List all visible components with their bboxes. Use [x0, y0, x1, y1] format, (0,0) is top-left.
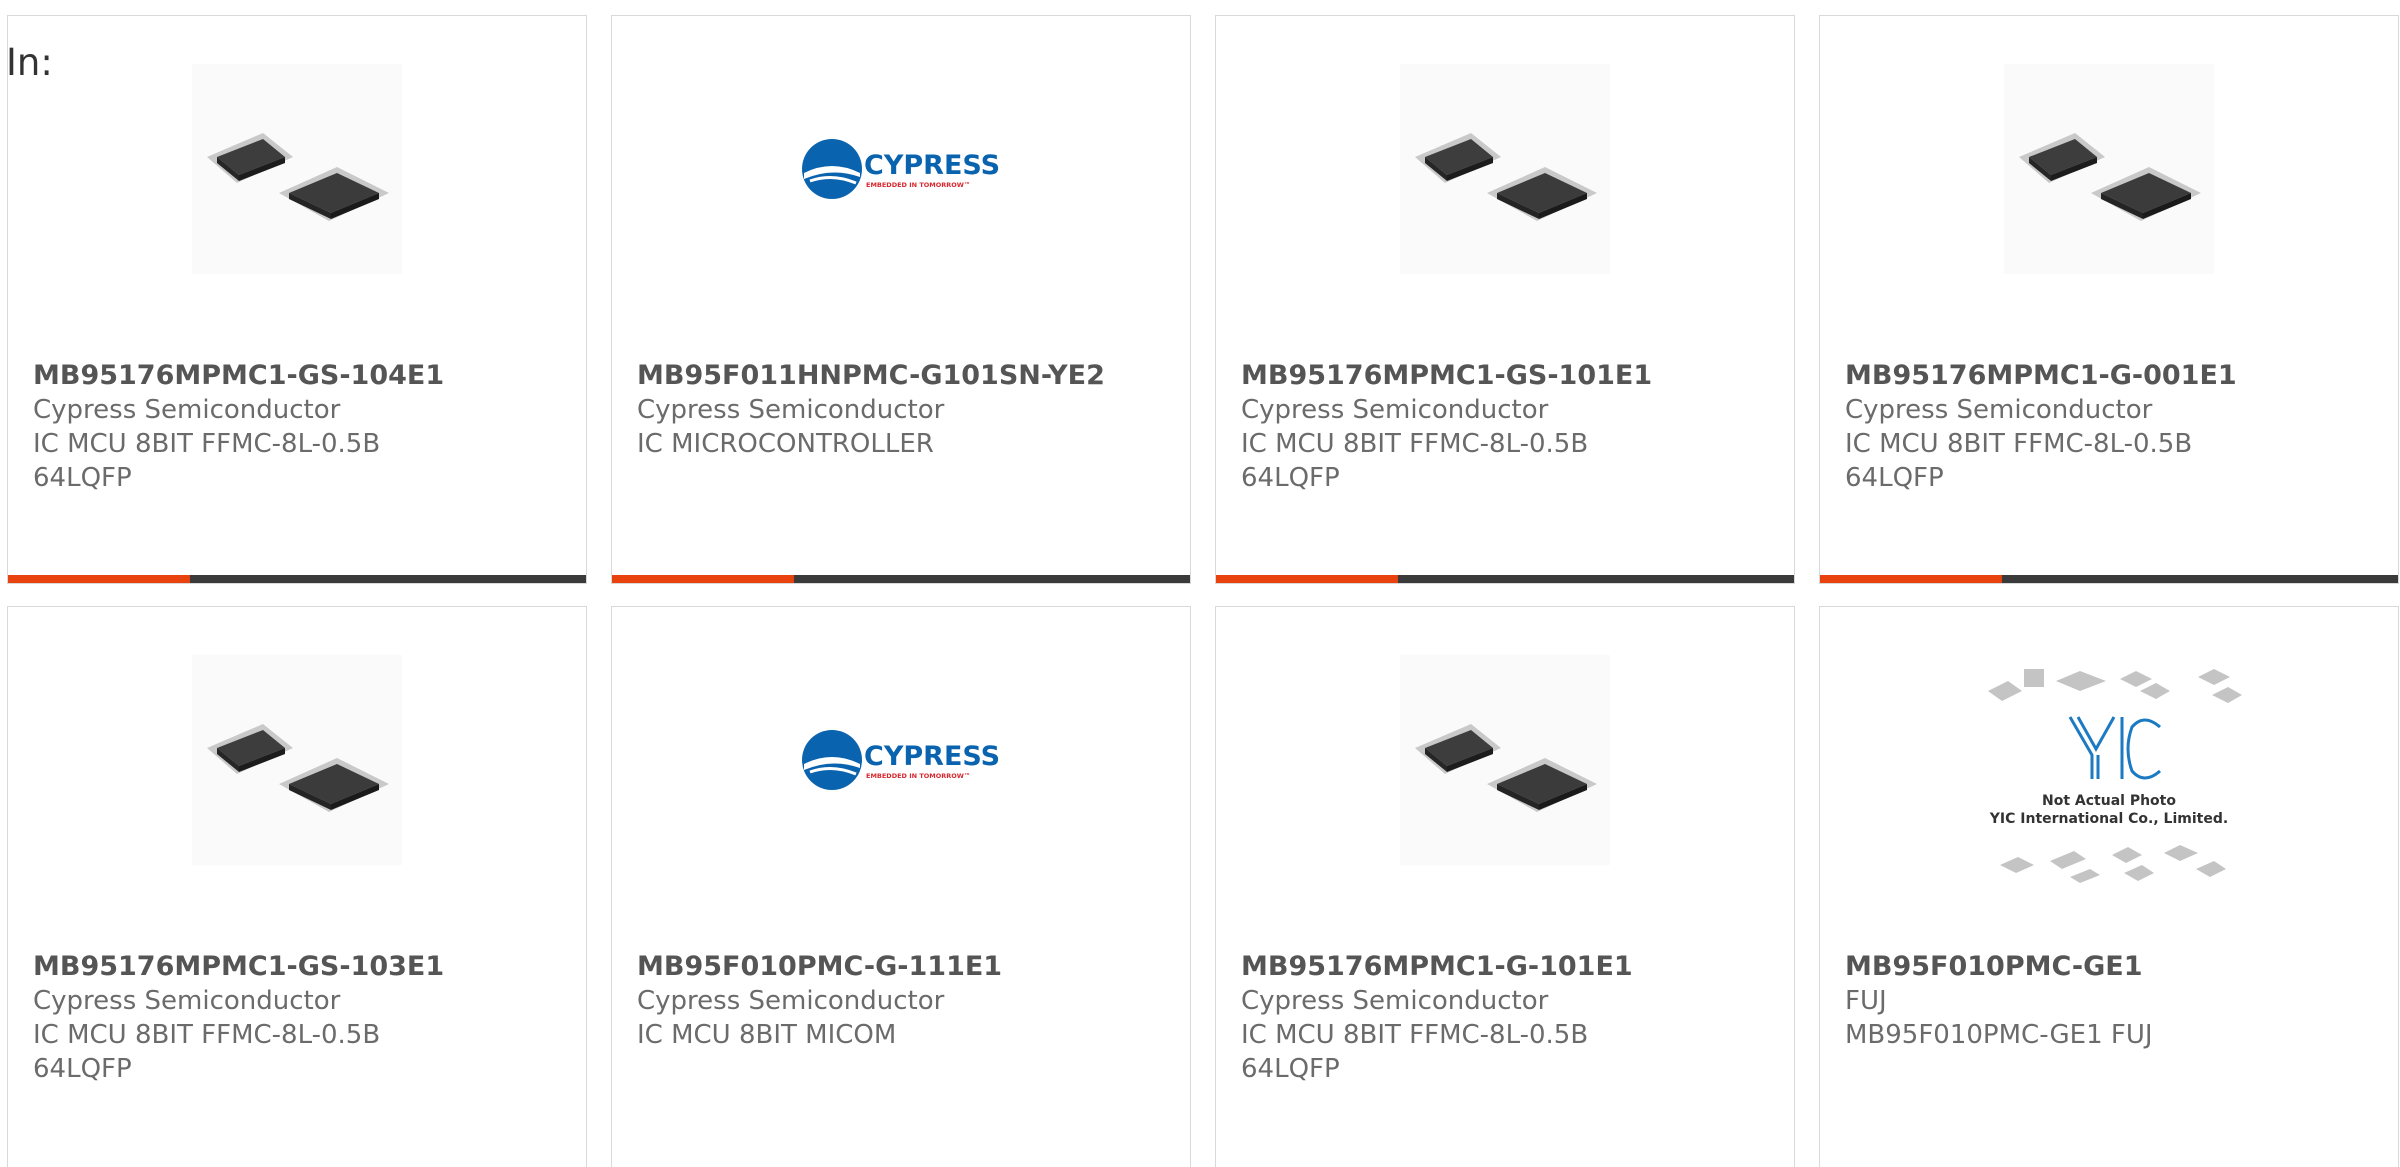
chip-icon	[207, 724, 389, 812]
card-bar	[612, 575, 1190, 583]
product-image-area	[1216, 64, 1794, 304]
manufacturer: Cypress Semiconductor	[33, 986, 341, 1016]
logo-tagline: EMBEDDED IN TOMORROW™	[866, 772, 970, 780]
description: IC MCU 8BIT FFMC-8L-0.5B 64LQFP	[1241, 1020, 1589, 1084]
product-image-area	[1820, 64, 2398, 304]
manufacturer: Cypress Semiconductor	[33, 395, 341, 425]
placeholder-line1: Not Actual Photo	[2042, 793, 2176, 809]
product-image-area	[1216, 655, 1794, 895]
product-card[interactable]: CYPRESS EMBEDDED IN TOMORROW™ MB95F010PM…	[611, 606, 1191, 1167]
logo-tagline: EMBEDDED IN TOMORROW™	[866, 181, 970, 189]
product-grid: MB95176MPMC1-GS-104E1 Cypress Semiconduc…	[7, 15, 2399, 1167]
chip-icon	[1415, 724, 1597, 812]
product-card[interactable]: MB95176MPMC1-GS-103E1 Cypress Semiconduc…	[7, 606, 587, 1167]
manufacturer: Cypress Semiconductor	[1241, 395, 1549, 425]
placeholder-photo-icon: Not Actual Photo YIC International Co., …	[1988, 669, 2242, 883]
cypress-logo: CYPRESS EMBEDDED IN TOMORROW™	[802, 730, 1000, 790]
manufacturer: Cypress Semiconductor	[1241, 986, 1549, 1016]
product-card[interactable]: MB95176MPMC1-G-101E1 Cypress Semiconduct…	[1215, 606, 1795, 1167]
product-image-area: CYPRESS EMBEDDED IN TOMORROW™	[612, 64, 1190, 304]
part-number[interactable]: MB95F011HNPMC-G101SN-YE2	[637, 359, 1177, 393]
part-number[interactable]: MB95176MPMC1-G-101E1	[1241, 950, 1781, 984]
product-image[interactable]: CYPRESS EMBEDDED IN TOMORROW™	[796, 655, 1006, 865]
logo-name: CYPRESS	[864, 150, 1000, 181]
filter-label: In:	[6, 41, 53, 84]
card-bar-accent	[612, 575, 794, 583]
description: IC MICROCONTROLLER	[637, 429, 934, 459]
product-image[interactable]	[192, 655, 402, 865]
card-bar-accent	[1820, 575, 2002, 583]
product-listing-page: In: MB95176MPMC1-GS-104E1 Cypress Semico…	[0, 0, 2400, 1167]
manufacturer: Cypress Semiconductor	[637, 986, 945, 1016]
product-card[interactable]: MB95176MPMC1-GS-104E1 Cypress Semiconduc…	[7, 15, 587, 584]
description: IC MCU 8BIT FFMC-8L-0.5B 64LQFP	[1845, 429, 2193, 493]
part-number[interactable]: MB95176MPMC1-GS-101E1	[1241, 359, 1781, 393]
chip-icon	[1415, 133, 1597, 221]
product-image-area: Not Actual Photo YIC International Co., …	[1820, 655, 2398, 895]
product-card[interactable]: CYPRESS EMBEDDED IN TOMORROW™ MB95F011HN…	[611, 15, 1191, 584]
product-image[interactable]	[2004, 64, 2214, 274]
part-number[interactable]: MB95176MPMC1-GS-103E1	[33, 950, 573, 984]
product-image-area	[8, 64, 586, 304]
product-image[interactable]	[192, 64, 402, 274]
part-number[interactable]: MB95F010PMC-G-111E1	[637, 950, 1177, 984]
description: IC MCU 8BIT FFMC-8L-0.5B 64LQFP	[33, 1020, 381, 1084]
description: IC MCU 8BIT FFMC-8L-0.5B 64LQFP	[1241, 429, 1589, 493]
product-image-area: CYPRESS EMBEDDED IN TOMORROW™	[612, 655, 1190, 895]
description: IC MCU 8BIT MICOM	[637, 1020, 897, 1050]
product-card[interactable]: Not Actual Photo YIC International Co., …	[1819, 606, 2399, 1167]
chip-icon	[2019, 133, 2201, 221]
part-number[interactable]: MB95F010PMC-GE1	[1845, 950, 2385, 984]
card-bar-accent	[1216, 575, 1398, 583]
description: IC MCU 8BIT FFMC-8L-0.5B 64LQFP	[33, 429, 381, 493]
placeholder-line2: YIC International Co., Limited.	[1989, 811, 2228, 827]
card-bar	[8, 575, 586, 583]
product-card[interactable]: MB95176MPMC1-G-001E1 Cypress Semiconduct…	[1819, 15, 2399, 584]
part-number[interactable]: MB95176MPMC1-GS-104E1	[33, 359, 573, 393]
product-image[interactable]	[1400, 64, 1610, 274]
manufacturer: FUJ	[1845, 986, 1887, 1016]
manufacturer: Cypress Semiconductor	[637, 395, 945, 425]
part-number[interactable]: MB95176MPMC1-G-001E1	[1845, 359, 2385, 393]
logo-name: CYPRESS	[864, 741, 1000, 772]
card-bar-accent	[8, 575, 190, 583]
manufacturer: Cypress Semiconductor	[1845, 395, 2153, 425]
product-image-area	[8, 655, 586, 895]
card-bar	[1216, 575, 1794, 583]
card-bar	[1820, 575, 2398, 583]
product-card[interactable]: MB95176MPMC1-GS-101E1 Cypress Semiconduc…	[1215, 15, 1795, 584]
description: MB95F010PMC-GE1 FUJ	[1845, 1020, 2153, 1050]
chip-icon	[207, 133, 389, 221]
product-image[interactable]	[1400, 655, 1610, 865]
product-image[interactable]: Not Actual Photo YIC International Co., …	[1974, 655, 2244, 895]
product-image[interactable]: CYPRESS EMBEDDED IN TOMORROW™	[796, 64, 1006, 274]
cypress-logo: CYPRESS EMBEDDED IN TOMORROW™	[802, 139, 1000, 199]
